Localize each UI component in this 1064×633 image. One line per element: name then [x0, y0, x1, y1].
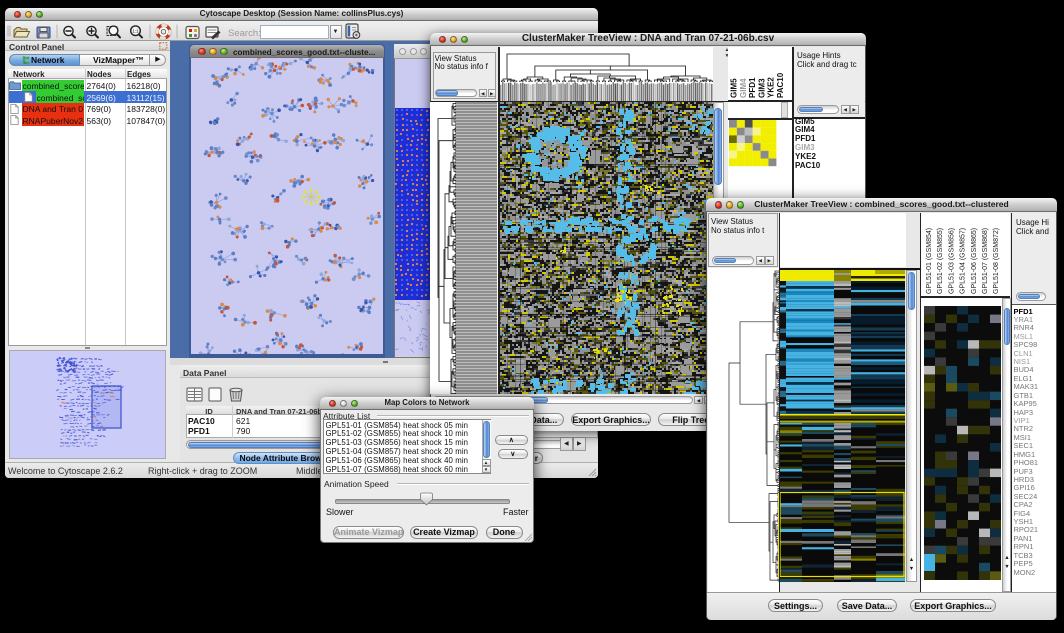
- svg-text:GPL51-06 (GSM865): GPL51-06 (GSM865): [971, 228, 978, 294]
- svg-text:GPL51-08 (GSM872): GPL51-08 (GSM872): [993, 228, 1000, 294]
- svg-text:GPL51-03 (GSM856): GPL51-03 (GSM856): [948, 228, 955, 294]
- svg-text:GPL51-04 (GSM857): GPL51-04 (GSM857): [960, 228, 967, 294]
- svg-text:GPL51-01 (GSM854): GPL51-01 (GSM854): [926, 228, 933, 294]
- svg-text:GPL51-07 (GSM868): GPL51-07 (GSM868): [982, 228, 989, 294]
- svg-text:GPL51-02 (GSM855): GPL51-02 (GSM855): [937, 228, 944, 294]
